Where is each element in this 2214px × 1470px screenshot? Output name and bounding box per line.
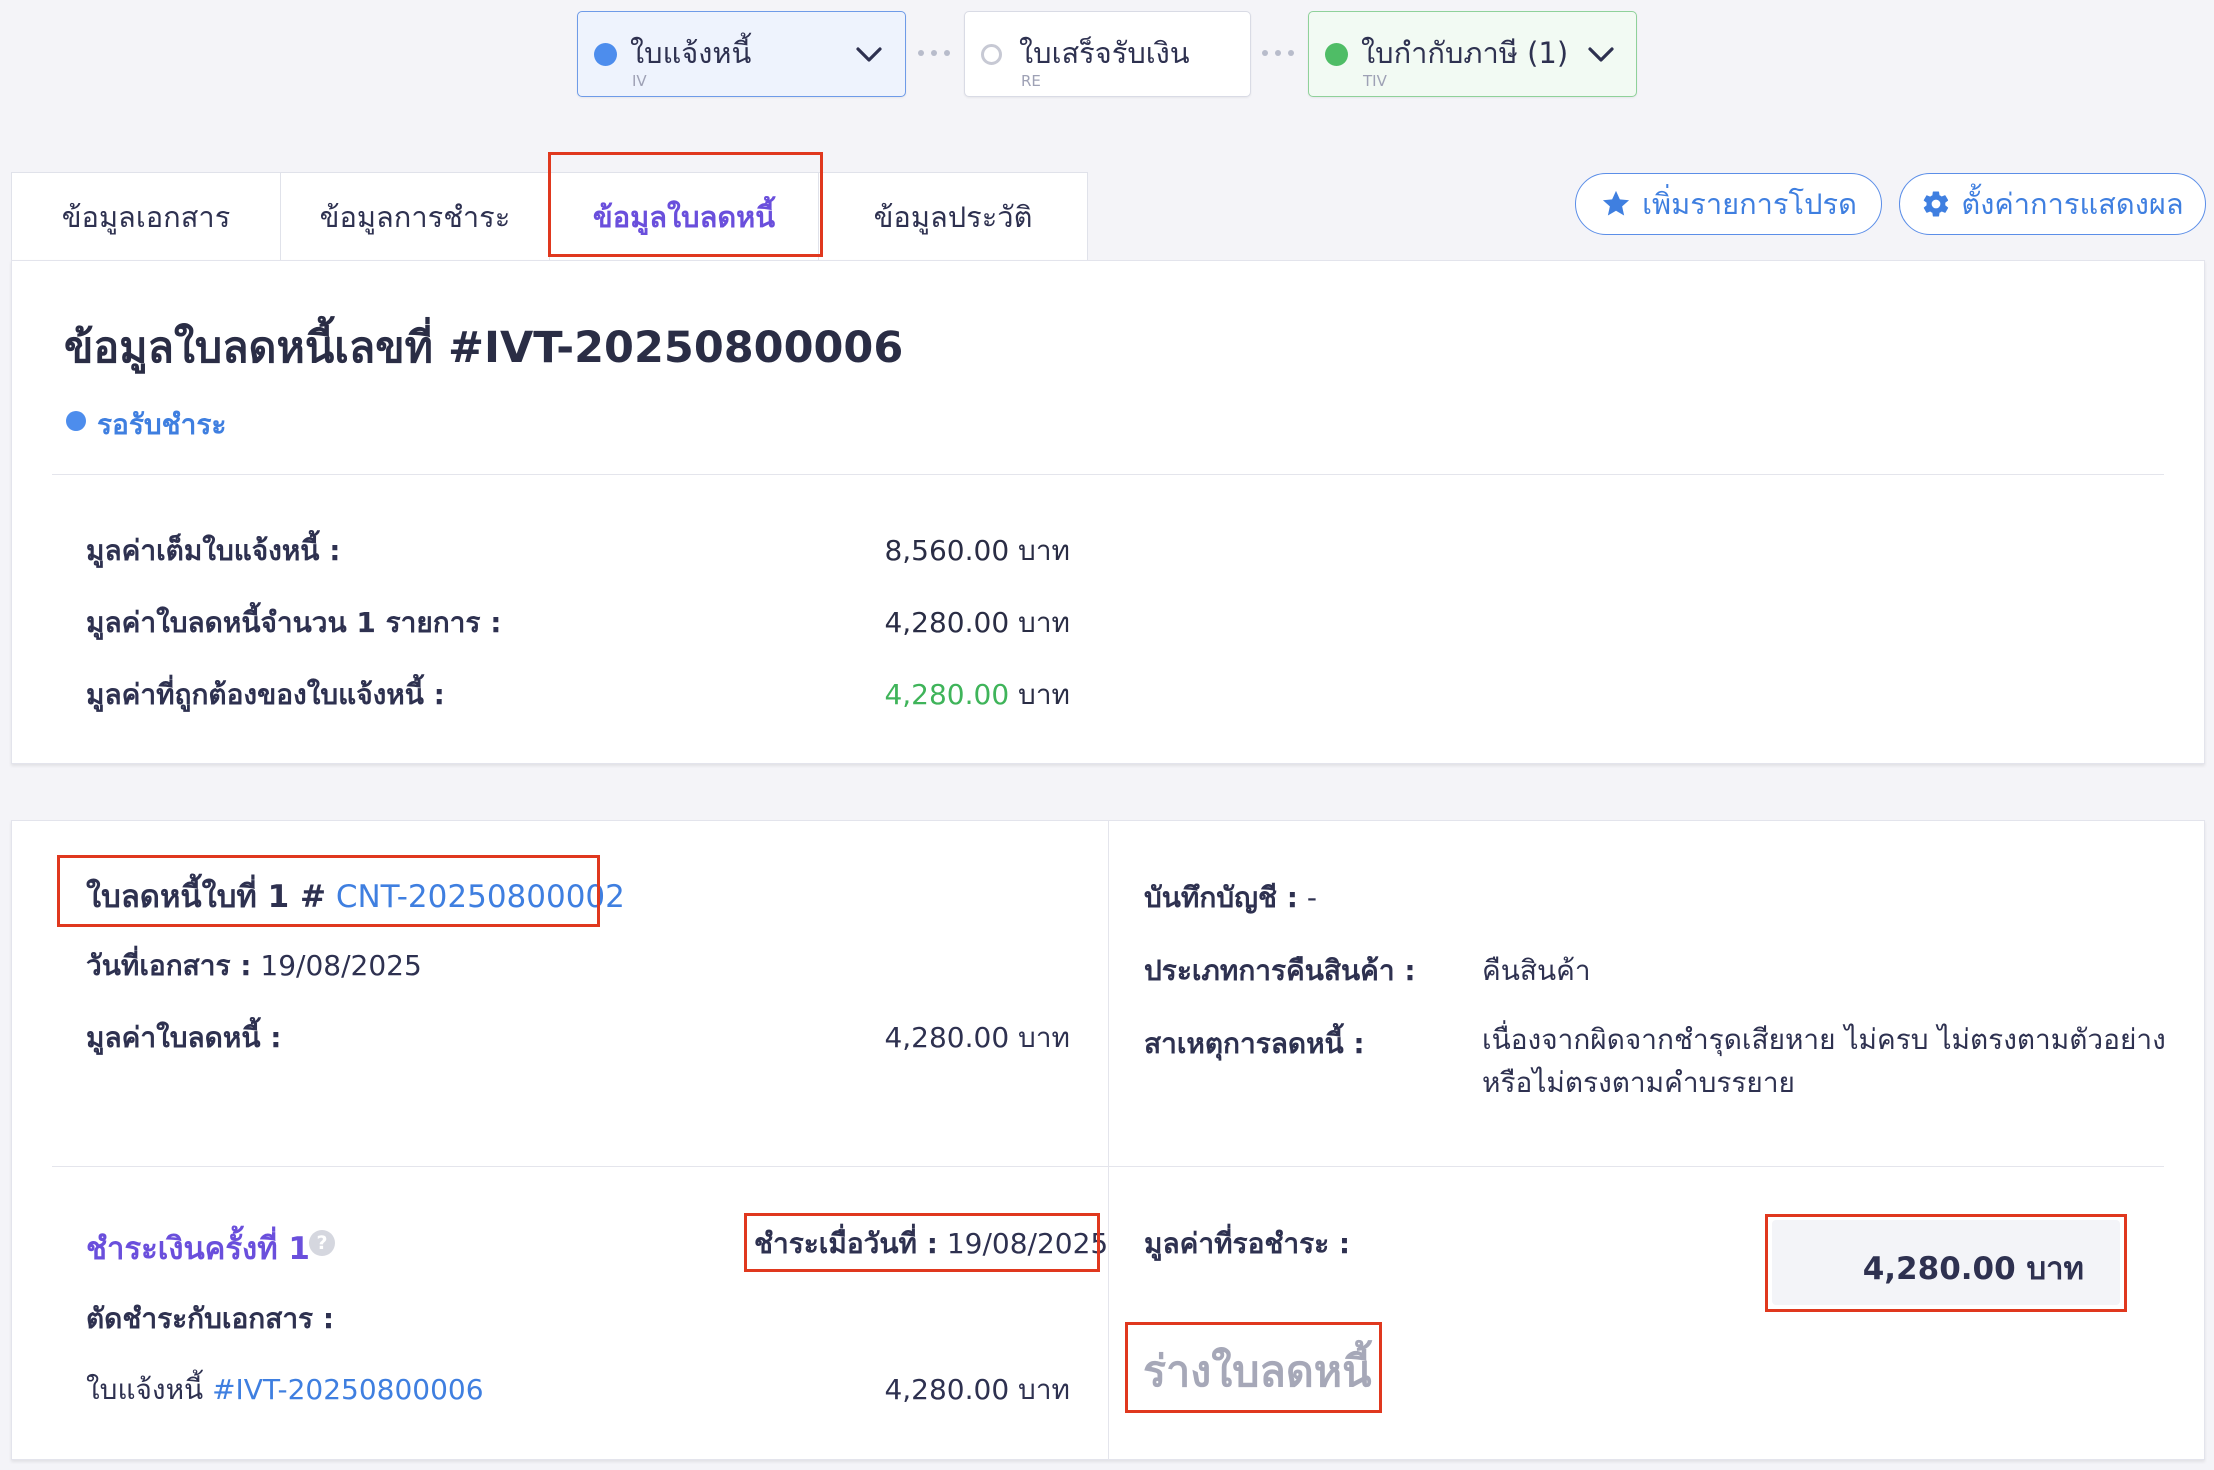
account-value: - [1306, 881, 1317, 914]
summary-value-full-value: 8,560.00 บาท [884, 529, 1070, 573]
currency-unit: บาท [1018, 606, 1070, 639]
doc-date-row: วันที่เอกสาร : 19/08/2025 [86, 944, 422, 988]
flow-step-tax-invoice[interactable]: ใบกำกับภาษี (1) TIV [1308, 11, 1637, 97]
display-settings-button[interactable]: ตั้งค่าการแสดงผล [1899, 173, 2206, 235]
flow-connector [918, 50, 950, 56]
highlight-box [57, 855, 600, 927]
add-favorite-label: เพิ่มรายการโปรด [1642, 187, 1857, 221]
amount: 4,280.00 [884, 606, 1010, 639]
tab-history-info[interactable]: ข้อมูลประวัติ [818, 172, 1088, 261]
doc-date-label: วันที่เอกสาร : [86, 949, 252, 982]
highlight-box [548, 152, 823, 257]
reason-line-1: เนื่องจากผิดจากชำรุดเสียหาย ไม่ครบ ไม่ตร… [1482, 1023, 2166, 1056]
status-badge: รอรับชำระ [97, 408, 227, 441]
status-dot-icon [66, 411, 86, 431]
amount: 4,280.00 [884, 678, 1010, 711]
section-divider [52, 1166, 2164, 1167]
return-type-value: คืนสินค้า [1482, 954, 1591, 987]
reason-label: สาเหตุการลดหนี้ : [1144, 1027, 1365, 1060]
gear-icon [1924, 191, 1949, 217]
offset-doc-amount: 4,280.00 บาท [884, 1373, 1070, 1406]
highlight-box [1765, 1214, 2127, 1312]
summary-value-credit-value: 4,280.00 บาท [884, 601, 1070, 645]
offset-doc-link[interactable]: #IVT-20250800006 [212, 1373, 483, 1406]
status-dot-icon [594, 43, 617, 66]
section-divider [52, 474, 2164, 475]
account-label: บันทึกบัญชี : [1144, 881, 1298, 914]
flow-step-code: IV [632, 72, 647, 90]
offset-doc-prefix: ใบแจ้งหนี้ [86, 1373, 204, 1406]
status-dot-icon [981, 44, 1002, 65]
flow-step-invoice[interactable]: ใบแจ้งหนี้ IV [577, 11, 906, 97]
summary-label-credit-value: มูลค่าใบลดหนี้จำนวน 1 รายการ : [86, 606, 502, 639]
flow-step-label: ใบกำกับภาษี (1) [1361, 36, 1569, 70]
credit-value-label: มูลค่าใบลดหนี้ : [86, 1021, 282, 1054]
page-title: ข้อมูลใบลดหนี้เลขที่ #IVT-20250800006 [64, 323, 904, 373]
currency-unit: บาท [1018, 534, 1070, 567]
chevron-down-icon[interactable] [852, 38, 886, 72]
pending-value-label: มูลค่าที่รอชำระ : [1144, 1227, 1351, 1260]
help-icon[interactable]: ? [309, 1230, 335, 1256]
flow-connector [1262, 50, 1294, 56]
star-icon [1603, 190, 1630, 216]
highlight-box [1125, 1322, 1382, 1413]
summary-value-correct-value: 4,280.00 บาท [884, 673, 1070, 717]
currency-unit: บาท [1018, 678, 1070, 711]
summary-label-full-value: มูลค่าเต็มใบแจ้งหนี้ : [86, 534, 341, 567]
flow-step-label: ใบแจ้งหนี้ [630, 36, 752, 70]
flow-step-receipt[interactable]: ใบเสร็จรับเงิน RE [964, 11, 1251, 97]
summary-label-correct-value: มูลค่าที่ถูกต้องของใบแจ้งหนี้ : [86, 678, 445, 711]
doc-date-value: 19/08/2025 [260, 949, 422, 982]
payment-title: ชำระเงินครั้งที่ 1 [86, 1231, 310, 1267]
status-dot-icon [1325, 43, 1348, 66]
account-row: บันทึกบัญชี : - [1144, 876, 1317, 920]
tab-document-info[interactable]: ข้อมูลเอกสาร [11, 172, 281, 261]
amount: 8,560.00 [884, 534, 1010, 567]
offset-doc-row: ใบแจ้งหนี้ #IVT-20250800006 [86, 1368, 484, 1412]
offset-doc-label: ตัดชำระกับเอกสาร : [86, 1302, 335, 1335]
flow-step-label: ใบเสร็จรับเงิน [1019, 36, 1190, 70]
flow-step-code: TIV [1363, 72, 1387, 90]
display-settings-label: ตั้งค่าการแสดงผล [1961, 187, 2184, 221]
chevron-down-icon[interactable] [1584, 38, 1618, 72]
reason-line-2: หรือไม่ตรงตามคำบรรยาย [1482, 1066, 1795, 1099]
highlight-box [744, 1213, 1100, 1272]
tab-payment-info[interactable]: ข้อมูลการชำระ [280, 172, 550, 261]
return-type-label: ประเภทการคืนสินค้า : [1144, 954, 1416, 987]
column-divider [1108, 820, 1109, 1460]
flow-step-code: RE [1021, 72, 1041, 90]
credit-value-amount: 4,280.00 บาท [884, 1021, 1070, 1054]
add-favorite-button[interactable]: เพิ่มรายการโปรด [1575, 173, 1882, 235]
